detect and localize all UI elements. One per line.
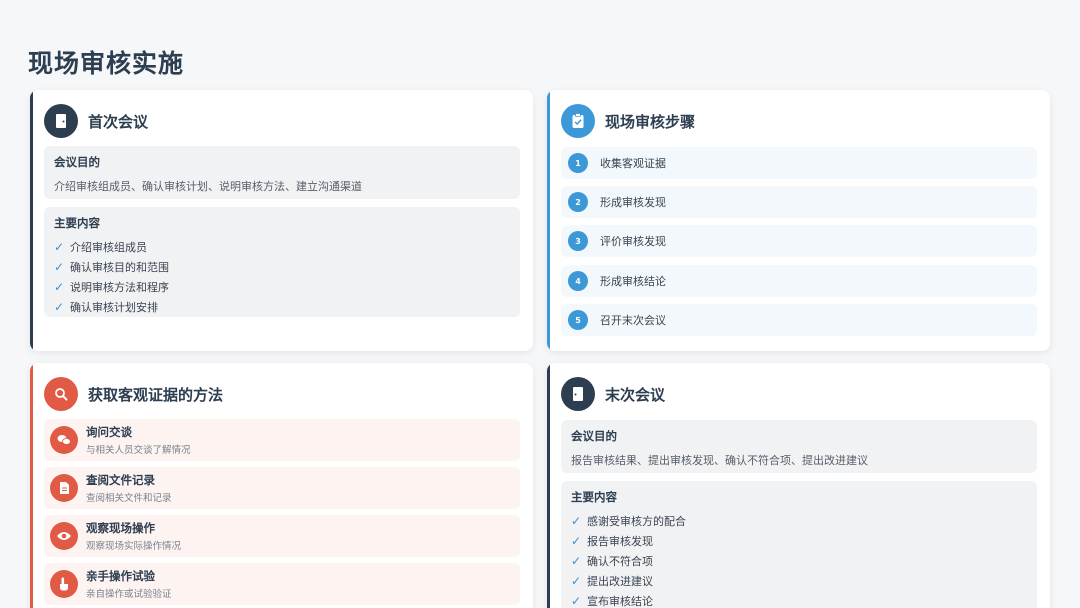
- opening-meeting-card: 首次会议 会议目的 介绍审核组成员、确认审核计划、说明审核方法、建立沟通渠道 主…: [30, 90, 533, 351]
- list-item: ✓ 确认不符合项: [571, 554, 653, 568]
- list-item: ✓ 宣布审核结论: [571, 594, 653, 608]
- method-item: 观察现场操作 观察现场实际操作情况: [44, 515, 520, 557]
- check-icon: ✓: [571, 594, 582, 608]
- list-item: ✓ 确认审核目的和范围: [54, 260, 169, 274]
- content-box: 主要内容 ✓ 介绍审核组成员 ✓ 确认审核目的和范围 ✓ 说明审核方法和程序 ✓ 确认审…: [44, 207, 520, 317]
- step-label: 形成审核发现: [600, 196, 666, 209]
- step-label: 评价审核发现: [600, 235, 666, 248]
- card-title: 现场审核步骤: [605, 112, 696, 131]
- hand-pointer-icon: [50, 570, 78, 598]
- content-label: 主要内容: [571, 490, 617, 504]
- purpose-label: 会议目的: [54, 155, 100, 169]
- method-text: 查阅文件记录 查阅相关文件和记录: [86, 472, 172, 504]
- content-list: ✓ 感谢受审核方的配合 ✓ 报告审核发现 ✓ 确认不符合项 ✓ 提出改进建议 ✓ 宣布审核…: [571, 511, 1027, 608]
- purpose-box: 会议目的 介绍审核组成员、确认审核计划、说明审核方法、建立沟通渠道: [44, 146, 520, 199]
- step-number: 4: [568, 271, 588, 291]
- step-item: 2 形成审核发现: [561, 186, 1037, 218]
- check-icon: ✓: [54, 240, 65, 254]
- method-item: 亲手操作试验 亲自操作或试验验证: [44, 563, 520, 605]
- clipboard-check-icon: [561, 104, 595, 138]
- card-accent-bar: [547, 363, 550, 608]
- purpose-label: 会议目的: [571, 429, 617, 443]
- method-item: 询问交谈 与相关人员交谈了解情况: [44, 419, 520, 461]
- list-item: ✓ 提出改进建议: [571, 574, 653, 588]
- method-desc: 亲自操作或试验验证: [86, 589, 172, 600]
- purpose-text: 报告审核结果、提出审核发现、确认不符合项、提出改进建议: [571, 454, 868, 467]
- content-list: ✓ 介绍审核组成员 ✓ 确认审核目的和范围 ✓ 说明审核方法和程序 ✓ 确认审核计划安排: [54, 237, 510, 317]
- step-number: 3: [568, 231, 588, 251]
- list-item: ✓ 介绍审核组成员: [54, 240, 147, 254]
- list-item: ✓ 感谢受审核方的配合: [571, 514, 686, 528]
- step-label: 召开末次会议: [600, 314, 666, 327]
- door-exit-icon: [561, 377, 595, 411]
- closing-meeting-card: 末次会议 会议目的 报告审核结果、提出审核发现、确认不符合项、提出改进建议 主要…: [547, 363, 1050, 608]
- card-header: 获取客观证据的方法: [44, 377, 223, 411]
- check-icon: ✓: [54, 260, 65, 274]
- list-item: ✓ 说明审核方法和程序: [54, 280, 169, 294]
- content-label: 主要内容: [54, 216, 100, 230]
- step-item: 4 形成审核结论: [561, 265, 1037, 297]
- step-number: 5: [568, 310, 588, 330]
- evidence-methods-card: 获取客观证据的方法 询问交谈 与相关人员交谈了解情况 查阅文件记录 查阅相关文件…: [30, 363, 533, 608]
- method-desc: 观察现场实际操作情况: [86, 541, 182, 552]
- check-icon: ✓: [571, 554, 582, 568]
- check-icon: ✓: [54, 280, 65, 294]
- page-title: 现场审核实施: [28, 49, 185, 78]
- step-item: 3 评价审核发现: [561, 225, 1037, 257]
- method-title: 亲手操作试验: [86, 569, 155, 583]
- step-item: 5 召开末次会议: [561, 304, 1037, 336]
- card-accent-bar: [547, 90, 550, 351]
- check-icon: ✓: [54, 300, 65, 314]
- check-icon: ✓: [571, 534, 582, 548]
- card-accent-bar: [30, 363, 33, 608]
- step-label: 形成审核结论: [600, 275, 666, 288]
- check-icon: ✓: [571, 514, 582, 528]
- method-text: 亲手操作试验 亲自操作或试验验证: [86, 568, 172, 600]
- check-icon: ✓: [571, 574, 582, 588]
- card-title: 末次会议: [605, 385, 666, 404]
- card-title: 首次会议: [88, 112, 149, 131]
- card-title: 获取客观证据的方法: [88, 385, 224, 404]
- method-title: 观察现场操作: [86, 521, 155, 535]
- method-desc: 与相关人员交谈了解情况: [86, 445, 191, 456]
- method-text: 询问交谈 与相关人员交谈了解情况: [86, 424, 191, 456]
- method-title: 询问交谈: [86, 425, 132, 439]
- method-item: 查阅文件记录 查阅相关文件和记录: [44, 467, 520, 509]
- list-item: ✓ 报告审核发现: [571, 534, 653, 548]
- document-icon: [50, 474, 78, 502]
- card-accent-bar: [30, 90, 33, 351]
- audit-steps-card: 现场审核步骤 1 收集客观证据 2 形成审核发现 3 评价审核发现 4 形成审核…: [547, 90, 1050, 351]
- search-icon: [44, 377, 78, 411]
- step-number: 1: [568, 153, 588, 173]
- step-number: 2: [568, 192, 588, 212]
- method-text: 观察现场操作 观察现场实际操作情况: [86, 520, 181, 552]
- method-desc: 查阅相关文件和记录: [86, 493, 172, 504]
- method-title: 查阅文件记录: [86, 473, 155, 487]
- content-box: 主要内容 ✓ 感谢受审核方的配合 ✓ 报告审核发现 ✓ 确认不符合项 ✓ 提出改进建议 …: [561, 481, 1037, 608]
- card-header: 现场审核步骤: [561, 104, 695, 138]
- purpose-box: 会议目的 报告审核结果、提出审核发现、确认不符合项、提出改进建议: [561, 420, 1037, 473]
- chat-icon: [50, 426, 78, 454]
- card-header: 末次会议: [561, 377, 665, 411]
- purpose-text: 介绍审核组成员、确认审核计划、说明审核方法、建立沟通渠道: [54, 180, 362, 193]
- list-item: ✓ 确认审核计划安排: [54, 300, 158, 314]
- eye-icon: [50, 522, 78, 550]
- step-item: 1 收集客观证据: [561, 147, 1037, 179]
- card-header: 首次会议: [44, 104, 148, 138]
- door-icon: [44, 104, 78, 138]
- step-label: 收集客观证据: [600, 157, 666, 170]
